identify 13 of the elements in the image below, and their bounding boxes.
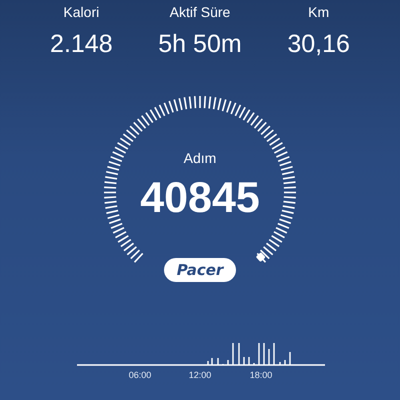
progress-marker <box>256 252 266 262</box>
stat-label: Aktif Süre <box>170 4 230 20</box>
steps-count: 40845 <box>140 174 260 222</box>
time-label: 12:00 <box>188 370 212 380</box>
time-label: 18:00 <box>250 370 272 380</box>
stat-value: 30,16 <box>287 30 350 58</box>
stat-value: 2.148 <box>50 30 113 58</box>
pacer-badge[interactable]: Pacer <box>164 258 236 282</box>
steps-label: Adım <box>184 150 216 166</box>
stat-label: Kalori <box>63 4 100 20</box>
time-label: 06:00 <box>128 370 152 380</box>
stat-value: 5h 50m <box>158 30 242 58</box>
stat-label: Km <box>308 4 330 20</box>
